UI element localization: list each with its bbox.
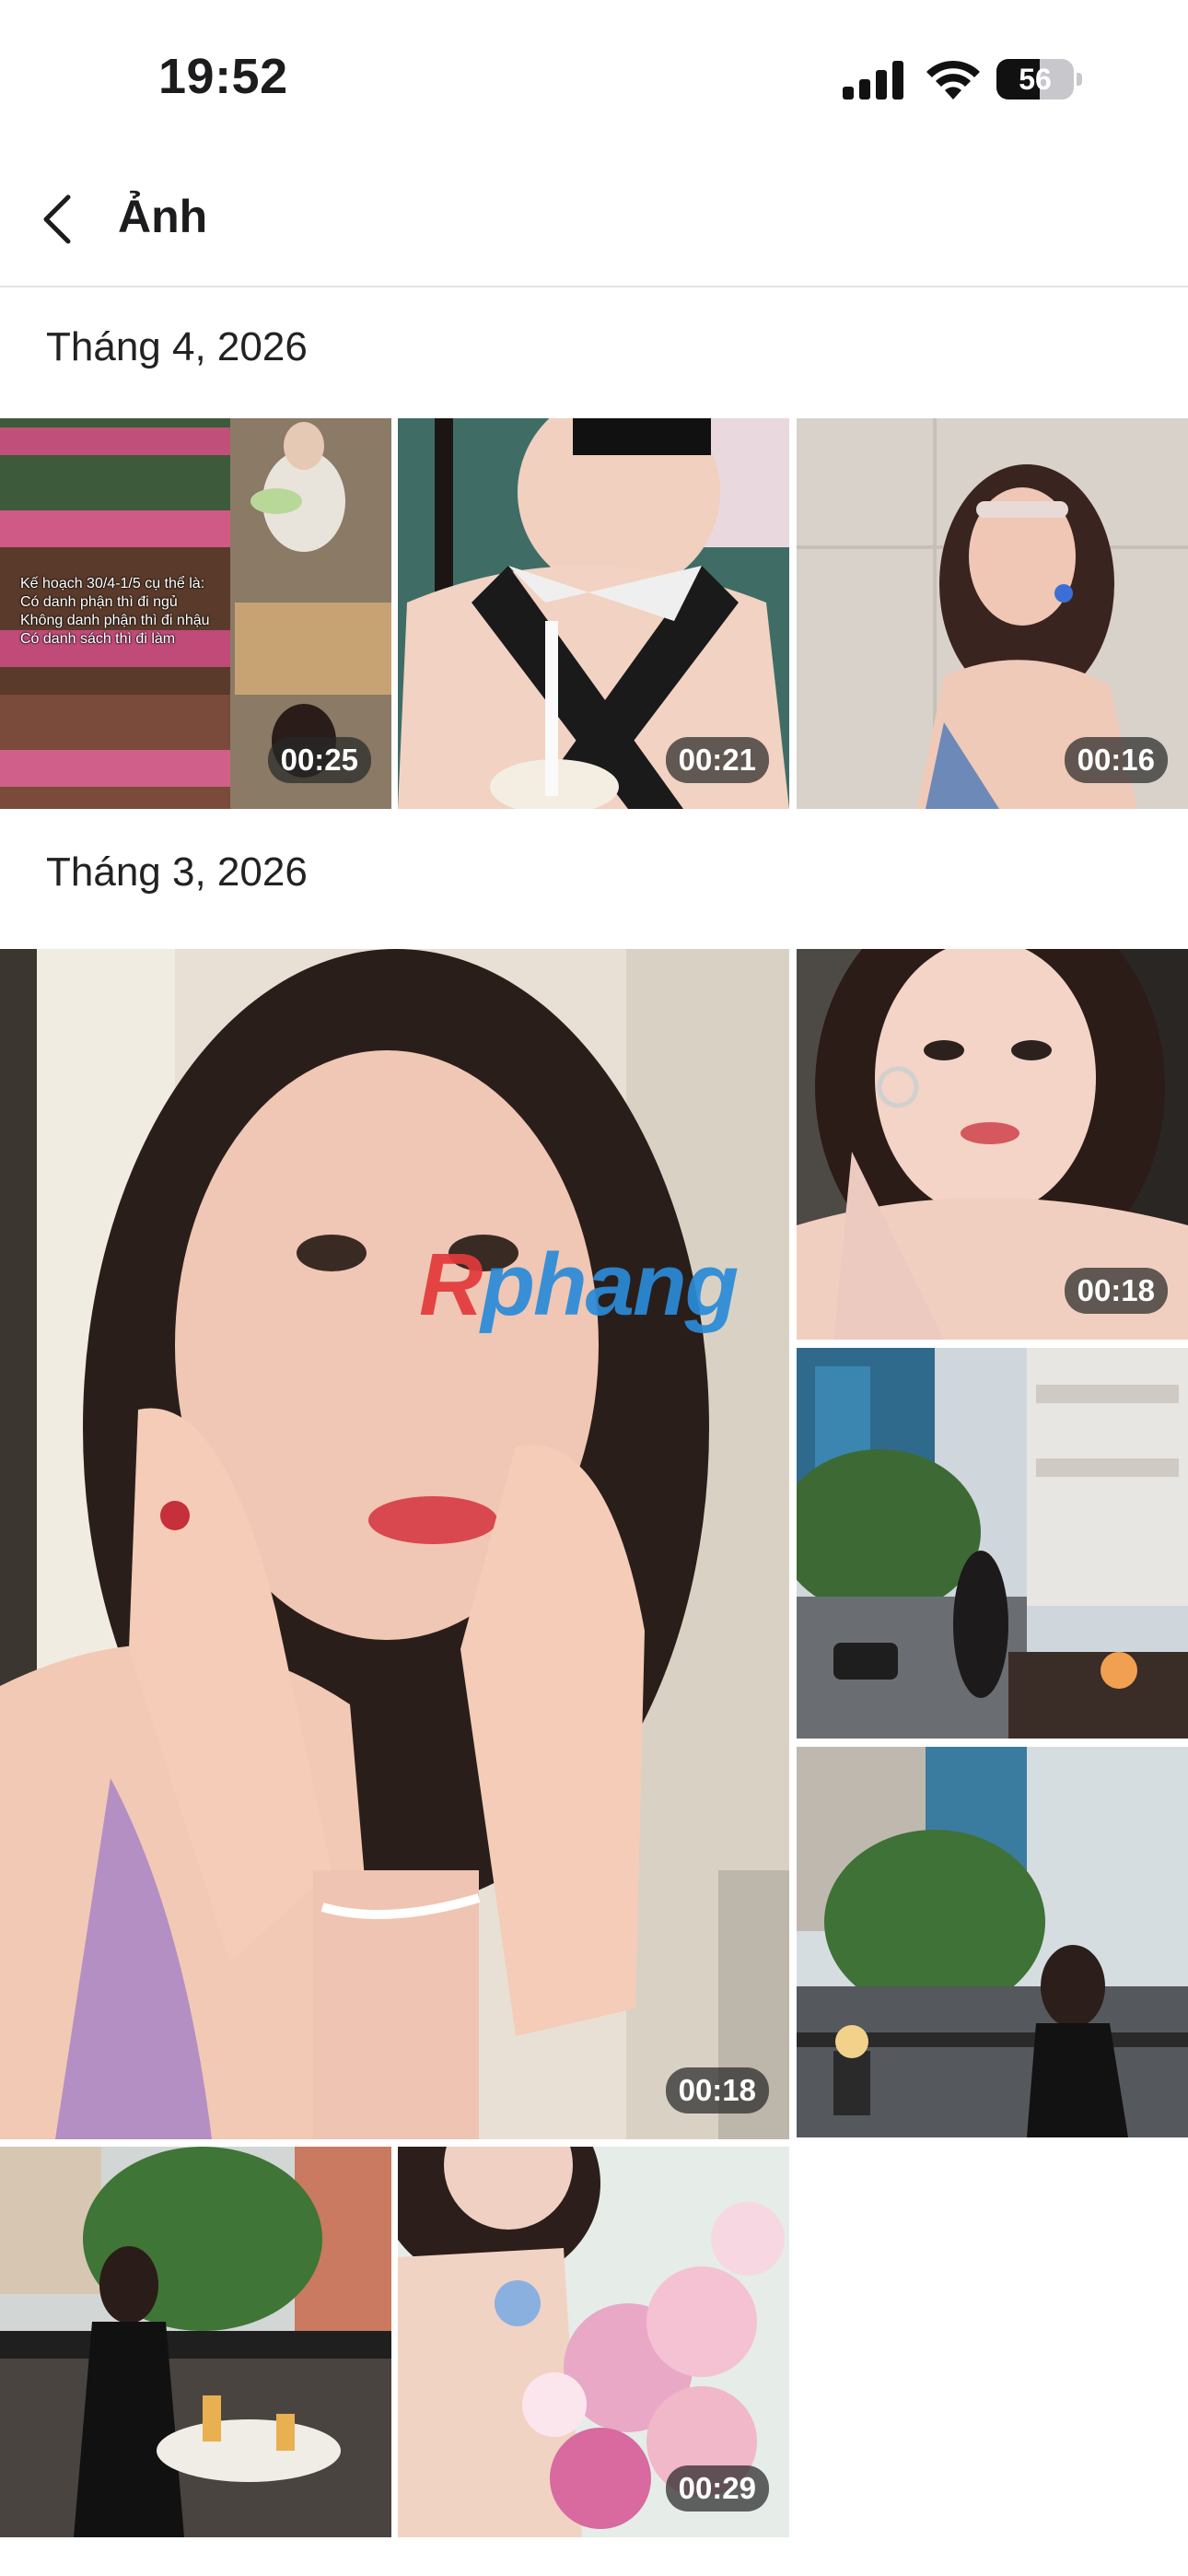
battery-icon: 56 [996,59,1083,100]
wifi-icon [926,60,980,100]
duration-badge: 00:21 [665,737,769,783]
thumbnail-caption: Kế hoạch 30/4-1/5 cụ thể là: Có danh phậ… [20,576,210,647]
thumbnail-image [0,2147,391,2537]
duration-badge: 00:18 [665,2067,769,2113]
section-header-march: Tháng 3, 2026 [46,849,308,895]
page-title: Ảnh [118,191,208,242]
thumbnail-image [0,949,789,2139]
media-tile-large[interactable]: 00:18 [0,949,789,2139]
nav-bar: Ảnh [0,147,1188,287]
media-tile[interactable]: 00:21 [398,418,789,809]
signal-icon [843,61,903,100]
duration-badge: 00:16 [1064,737,1168,783]
thumbnail-image [797,1348,1188,1739]
watermark-logo: Rphang [419,1235,739,1334]
duration-badge: 00:18 [1064,1268,1168,1314]
media-tile[interactable]: Kế hoạch 30/4-1/5 cụ thể là: Có danh phậ… [0,418,391,809]
media-tile[interactable]: 00:18 [797,949,1188,1340]
section-header-april: Tháng 4, 2026 [46,324,308,369]
duration-badge: 00:29 [665,2465,769,2512]
status-time: 19:52 [158,49,288,104]
status-bar: 19:52 56 [0,0,1188,147]
media-tile[interactable]: 00:29 [398,2147,789,2537]
media-tile[interactable] [0,2147,391,2537]
media-tile[interactable]: 00:16 [797,418,1188,809]
media-tile[interactable] [797,1348,1188,1739]
chevron-left-icon[interactable] [35,192,85,247]
duration-badge: 00:25 [267,737,371,783]
media-tile[interactable] [797,1747,1188,2137]
thumbnail-image [797,1747,1188,2137]
battery-level: 56 [1019,63,1052,96]
